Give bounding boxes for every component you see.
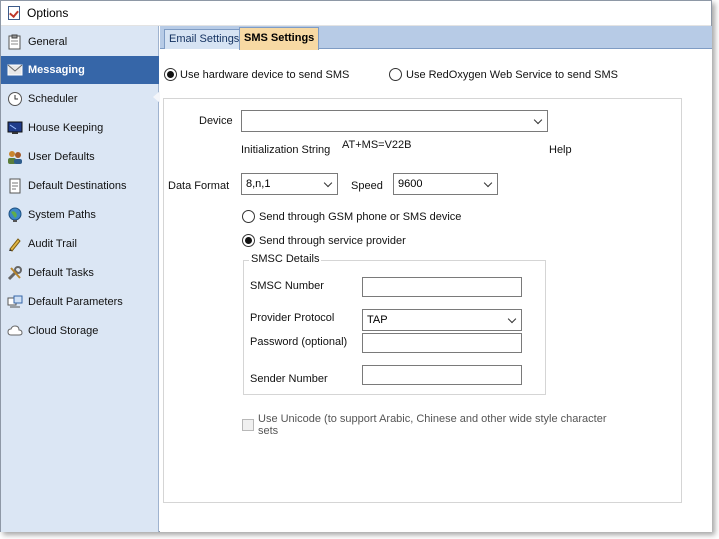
hardware-device-label: Use hardware device to send SMS bbox=[180, 69, 350, 81]
sidebar-item-label: Default Destinations bbox=[28, 180, 127, 192]
init-string-label: Initialization String bbox=[241, 144, 331, 156]
sidebar-item-system-paths[interactable]: System Paths bbox=[1, 201, 159, 229]
speed-value: 9600 bbox=[398, 178, 423, 190]
redoxygen-radio[interactable] bbox=[389, 68, 402, 81]
content-panel: Email Settings SMS Settings Use hardware… bbox=[160, 26, 712, 532]
sidebar-item-label: Audit Trail bbox=[28, 238, 77, 250]
tab-email-settings[interactable]: Email Settings bbox=[164, 29, 245, 49]
speed-select[interactable]: 9600 bbox=[393, 173, 498, 195]
redoxygen-label: Use RedOxygen Web Service to send SMS bbox=[406, 69, 618, 81]
send-provider-label: Send through service provider bbox=[259, 235, 406, 247]
smsc-number-label: SMSC Number bbox=[250, 280, 324, 292]
globe-icon bbox=[7, 207, 23, 223]
messaging-icon bbox=[7, 62, 23, 78]
send-gsm-radio[interactable] bbox=[242, 210, 255, 223]
hardware-device-radio[interactable] bbox=[164, 68, 177, 81]
sidebar-item-house-keeping[interactable]: House Keeping bbox=[1, 114, 159, 142]
chevron-down-icon bbox=[533, 115, 543, 125]
device-select[interactable] bbox=[241, 110, 548, 132]
unicode-checkbox[interactable] bbox=[242, 419, 254, 431]
chevron-down-icon bbox=[507, 314, 517, 324]
sidebar-item-label: User Defaults bbox=[28, 151, 95, 163]
unicode-label-line1: Use Unicode (to support Arabic, Chinese … bbox=[258, 413, 607, 425]
users-icon bbox=[7, 149, 23, 165]
window-title: Options bbox=[27, 6, 69, 20]
sidebar-item-label: Scheduler bbox=[28, 93, 78, 105]
speed-label: Speed bbox=[351, 180, 383, 192]
sidebar-item-messaging[interactable]: Messaging bbox=[1, 56, 159, 84]
sender-number-label: Sender Number bbox=[250, 373, 328, 385]
tools-icon bbox=[7, 265, 23, 281]
sidebar-item-general[interactable]: General bbox=[1, 28, 159, 56]
sidebar-item-default-tasks[interactable]: Default Tasks bbox=[1, 259, 159, 287]
title-bar: Options bbox=[1, 1, 711, 26]
data-format-value: 8,n,1 bbox=[246, 178, 271, 190]
sidebar-item-audit-trail[interactable]: Audit Trail bbox=[1, 230, 159, 258]
chevron-down-icon bbox=[323, 178, 333, 188]
sidebar-item-cloud-storage[interactable]: Cloud Storage bbox=[1, 317, 159, 345]
sidebar-item-label: House Keeping bbox=[28, 122, 104, 134]
sidebar-item-label: Default Parameters bbox=[28, 296, 123, 308]
password-input[interactable] bbox=[362, 333, 522, 353]
tab-sms-settings[interactable]: SMS Settings bbox=[239, 27, 320, 50]
unicode-label-line2: sets bbox=[258, 425, 279, 437]
sidebar-item-label: System Paths bbox=[28, 209, 96, 221]
tab-strip: Email Settings SMS Settings bbox=[160, 26, 712, 50]
options-window: Options General Messaging Scheduler Hous… bbox=[0, 0, 712, 532]
chevron-down-icon bbox=[483, 178, 493, 188]
provider-protocol-value: TAP bbox=[367, 314, 388, 326]
data-format-select[interactable]: 8,n,1 bbox=[241, 173, 338, 195]
device-label: Device bbox=[199, 115, 233, 127]
document-icon bbox=[7, 178, 23, 194]
send-gsm-label: Send through GSM phone or SMS device bbox=[259, 211, 462, 223]
sidebar-item-default-parameters[interactable]: Default Parameters bbox=[1, 288, 159, 316]
send-provider-radio[interactable] bbox=[242, 234, 255, 247]
options-checklist-icon bbox=[8, 6, 20, 20]
provider-protocol-label: Provider Protocol bbox=[250, 312, 335, 324]
sidebar: General Messaging Scheduler House Keepin… bbox=[1, 26, 160, 532]
smsc-details-legend: SMSC Details bbox=[249, 253, 322, 265]
active-item-pointer bbox=[153, 91, 160, 103]
data-format-label: Data Format bbox=[168, 180, 230, 192]
monitor-icon bbox=[7, 120, 23, 136]
password-label: Password (optional) bbox=[250, 336, 348, 348]
sender-number-input[interactable] bbox=[362, 365, 522, 385]
sidebar-item-label: Default Tasks bbox=[28, 267, 94, 279]
sidebar-item-label: Cloud Storage bbox=[28, 325, 99, 337]
provider-protocol-select[interactable]: TAP bbox=[362, 309, 522, 331]
sidebar-item-scheduler[interactable]: Scheduler bbox=[1, 85, 159, 113]
smsc-number-input[interactable] bbox=[362, 277, 522, 297]
parameters-icon bbox=[7, 294, 23, 310]
cloud-icon bbox=[7, 323, 23, 339]
pen-icon bbox=[7, 236, 23, 252]
sidebar-item-label: General bbox=[28, 36, 68, 48]
sidebar-item-user-defaults[interactable]: User Defaults bbox=[1, 143, 159, 171]
clock-icon bbox=[7, 91, 23, 107]
general-icon bbox=[7, 34, 23, 50]
sidebar-item-default-destinations[interactable]: Default Destinations bbox=[1, 172, 159, 200]
init-string-value: AT+MS=V22B bbox=[342, 139, 412, 151]
help-link[interactable]: Help bbox=[549, 144, 572, 156]
sidebar-item-label: Messaging bbox=[28, 64, 85, 76]
